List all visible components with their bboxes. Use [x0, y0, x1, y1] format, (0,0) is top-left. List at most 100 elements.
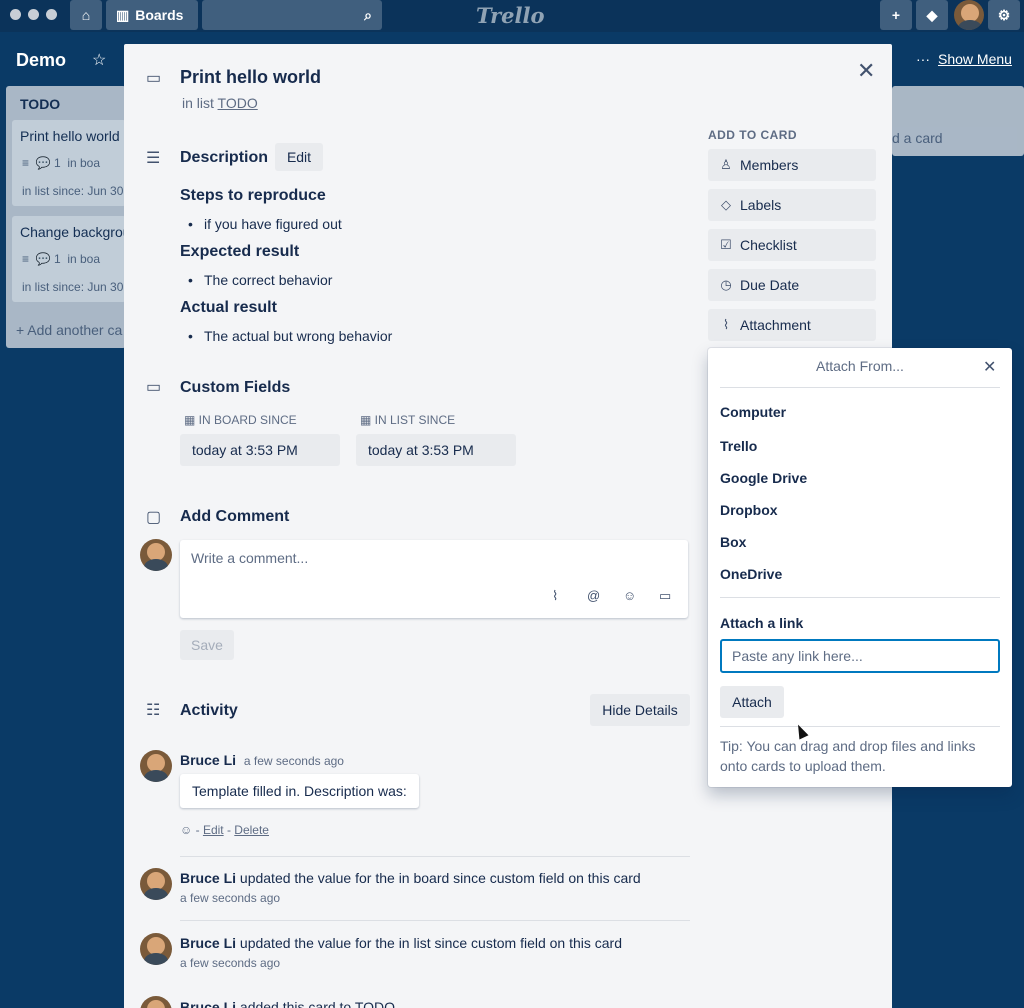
- avatar[interactable]: [140, 868, 172, 900]
- due-date-button[interactable]: ◷ Due Date: [708, 269, 876, 301]
- comment-bubble: Template filled in. Description was:: [180, 774, 419, 808]
- activity-author[interactable]: Bruce Li: [180, 870, 236, 886]
- button-label: Attachment: [740, 317, 811, 333]
- button-label: Members: [740, 157, 799, 173]
- close-icon[interactable]: ✕: [857, 58, 875, 84]
- show-menu-label: Show Menu: [938, 51, 1012, 67]
- attach-from-box[interactable]: Box: [720, 534, 746, 550]
- checklist-button[interactable]: ☑ Checklist: [708, 229, 876, 261]
- add-card-link[interactable]: + Add another ca: [16, 322, 122, 338]
- add-to-card-heading: ADD TO CARD: [708, 128, 798, 142]
- mention-icon[interactable]: @: [587, 588, 600, 603]
- custom-field-label: ▦ IN LIST SINCE: [360, 413, 455, 427]
- in-board-since-field[interactable]: today at 3:53 PM: [180, 434, 340, 466]
- list-card-title: Print hello world: [20, 128, 120, 144]
- hide-details-button[interactable]: Hide Details: [590, 694, 690, 726]
- list-card-badges: ≡ 💬 1 in boa: [22, 252, 101, 266]
- activity-author[interactable]: Bruce Li: [180, 935, 236, 951]
- edit-comment-link[interactable]: Edit: [203, 823, 224, 837]
- activity-entry: Bruce Li added this card to TODO: [180, 999, 395, 1008]
- labels-button[interactable]: ◇ Labels: [708, 189, 876, 221]
- activity-text: updated the value for the in list since …: [239, 935, 623, 951]
- activity-time[interactable]: a few seconds ago: [180, 956, 280, 970]
- attach-link-heading: Attach a link: [720, 615, 804, 631]
- card-icon: ▭: [146, 70, 162, 87]
- notifications-button[interactable]: ◆: [916, 0, 948, 30]
- description-section-heading: Steps to reproduce: [180, 187, 326, 204]
- attach-from-computer[interactable]: Computer: [720, 404, 786, 420]
- close-icon[interactable]: ✕: [983, 357, 996, 377]
- boards-label: Boards: [135, 7, 184, 23]
- save-button[interactable]: Save: [180, 630, 234, 660]
- link-input[interactable]: [720, 639, 1000, 673]
- emoji-icon[interactable]: ☺: [623, 588, 636, 603]
- comment-input[interactable]: Write a comment... ⌇ @ ☺ ▭: [180, 540, 688, 618]
- calendar-icon: ▦: [360, 413, 375, 427]
- activity-author[interactable]: Bruce Li: [180, 752, 236, 768]
- activity-time[interactable]: a few seconds ago: [244, 754, 344, 768]
- attach-from-google-drive[interactable]: Google Drive: [720, 470, 807, 486]
- window-close-dot[interactable]: [10, 9, 21, 20]
- home-button[interactable]: ⌂: [70, 0, 102, 30]
- divider: [720, 726, 1000, 727]
- delete-comment-link[interactable]: Delete: [234, 823, 269, 837]
- settings-button[interactable]: ⚙: [988, 0, 1020, 30]
- avatar[interactable]: [140, 539, 172, 571]
- activity-author[interactable]: Bruce Li: [180, 999, 236, 1008]
- edit-description-button[interactable]: Edit: [275, 143, 323, 171]
- comment-count: 1: [53, 156, 61, 170]
- avatar[interactable]: [140, 750, 172, 782]
- attachment-button[interactable]: ⌇ Attachment: [708, 309, 876, 341]
- attach-from-onedrive[interactable]: OneDrive: [720, 566, 782, 582]
- attach-button[interactable]: Attach: [720, 686, 784, 718]
- list-card-badges: ≡ 💬 1 in boa: [22, 156, 101, 170]
- in-list-since-field[interactable]: today at 3:53 PM: [356, 434, 516, 466]
- members-button[interactable]: ♙ Members: [708, 149, 876, 181]
- attach-from-trello[interactable]: Trello: [720, 438, 757, 454]
- board-icon: ▥: [116, 6, 130, 23]
- divider: [180, 920, 690, 921]
- window-zoom-dot[interactable]: [46, 9, 57, 20]
- checkbox-icon: ☑: [720, 237, 732, 252]
- card-title[interactable]: Print hello world: [180, 67, 321, 88]
- paperclip-icon: ⌇: [722, 317, 730, 332]
- attach-popover: Attach From... ✕ Computer Trello Google …: [708, 348, 1012, 787]
- avatar[interactable]: [140, 996, 172, 1008]
- description-list-item: The actual but wrong behavior: [188, 328, 392, 344]
- attach-tip: Tip: You can drag and drop files and lin…: [720, 738, 976, 774]
- add-card-link[interactable]: d a card: [892, 130, 943, 146]
- clock-icon: ◷: [720, 277, 732, 292]
- paperclip-icon[interactable]: ⌇: [552, 588, 558, 604]
- reaction-icon[interactable]: ☺: [180, 823, 192, 837]
- gear-icon: ⚙: [997, 6, 1011, 23]
- user-avatar[interactable]: [954, 0, 984, 30]
- list-right: d a card: [892, 86, 1024, 156]
- list-card[interactable]: Change backgrou ≡ 💬 1 in boa in list sin…: [12, 216, 131, 302]
- show-menu-link[interactable]: ··· Show Menu: [916, 51, 1012, 67]
- activity-icon: ☷: [146, 702, 161, 719]
- button-label: Labels: [740, 197, 782, 213]
- avatar[interactable]: [140, 933, 172, 965]
- activity-entry: Bruce Li updated the value for the in bo…: [180, 870, 641, 886]
- board-title[interactable]: Demo: [16, 50, 66, 71]
- description-list-item: if you have figured out: [188, 216, 342, 232]
- list-card-since: in list since: Jun 30: [22, 280, 124, 294]
- popover-title: Attach From...: [816, 358, 904, 374]
- attach-from-dropbox[interactable]: Dropbox: [720, 502, 778, 518]
- boards-button[interactable]: ▥ Boards: [106, 0, 198, 30]
- list-card-title: Change backgrou: [20, 224, 131, 240]
- card-list-info: in list TODO: [182, 95, 258, 111]
- list-card[interactable]: Print hello world ≡ 💬 1 in boa in list s…: [12, 120, 126, 206]
- list-title[interactable]: TODO: [20, 96, 60, 112]
- activity-time[interactable]: a few seconds ago: [180, 891, 280, 905]
- list-link[interactable]: TODO: [218, 95, 258, 111]
- person-icon: ♙: [720, 157, 732, 172]
- star-icon[interactable]: ☆: [92, 50, 106, 70]
- search-bar[interactable]: ⌕: [202, 0, 382, 30]
- card-attach-icon[interactable]: ▭: [659, 588, 671, 604]
- window-minimize-dot[interactable]: [28, 9, 39, 20]
- window-controls: [10, 9, 57, 20]
- trello-logo[interactable]: Trello: [476, 3, 545, 28]
- divider: [180, 856, 690, 857]
- create-button[interactable]: +: [880, 0, 912, 30]
